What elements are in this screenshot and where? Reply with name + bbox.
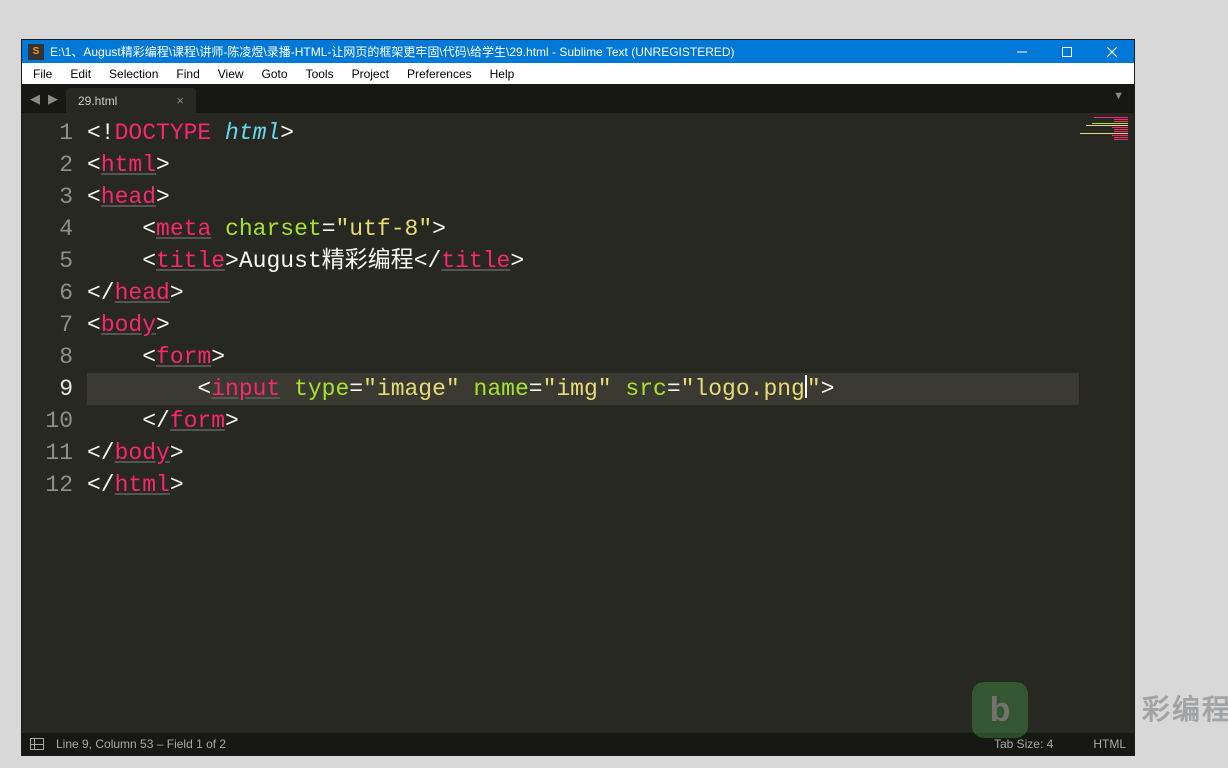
minimap[interactable]	[1079, 113, 1134, 733]
menu-project[interactable]: Project	[343, 65, 398, 83]
maximize-button[interactable]	[1044, 40, 1089, 63]
line-number: 11	[22, 437, 73, 469]
line-number: 8	[22, 341, 73, 373]
line-gutter: 1 2 3 4 5 6 7 8 9 10 11 12	[22, 113, 87, 733]
file-tab[interactable]: 29.html ×	[66, 88, 196, 113]
line-number: 7	[22, 309, 73, 341]
window-titlebar: S E:\1、August精彩编程\课程\讲师-陈凌煜\录播-HTML-让网页的…	[22, 40, 1134, 63]
menu-edit[interactable]: Edit	[61, 65, 100, 83]
window-title: E:\1、August精彩编程\课程\讲师-陈凌煜\录播-HTML-让网页的框架…	[50, 43, 999, 60]
line-number: 5	[22, 245, 73, 277]
file-tab-label: 29.html	[78, 94, 117, 108]
menu-goto[interactable]: Goto	[253, 65, 297, 83]
menu-selection[interactable]: Selection	[100, 65, 167, 83]
watermark-text: 彩编程	[1142, 688, 1228, 728]
nav-back-icon[interactable]: ◀	[28, 91, 42, 107]
code-area[interactable]: <!DOCTYPE html><html><head> <meta charse…	[87, 113, 1134, 733]
close-icon	[1107, 47, 1117, 57]
menu-file[interactable]: File	[24, 65, 61, 83]
status-syntax[interactable]: HTML	[1093, 737, 1126, 751]
minimize-icon	[1017, 47, 1027, 57]
window-controls	[999, 40, 1134, 63]
line-number: 3	[22, 181, 73, 213]
menu-preferences[interactable]: Preferences	[398, 65, 481, 83]
menu-view[interactable]: View	[209, 65, 253, 83]
status-cursor-position: Line 9, Column 53 – Field 1 of 2	[56, 737, 226, 751]
line-number: 12	[22, 469, 73, 501]
status-right: Tab Size: 4 HTML	[994, 737, 1126, 751]
menu-tools[interactable]: Tools	[297, 65, 343, 83]
app-window: S E:\1、August精彩编程\课程\讲师-陈凌煜\录播-HTML-让网页的…	[21, 39, 1135, 756]
menu-bar: File Edit Selection Find View Goto Tools…	[22, 63, 1134, 84]
line-number: 1	[22, 117, 73, 149]
status-bar: Line 9, Column 53 – Field 1 of 2 Tab Siz…	[22, 733, 1134, 755]
line-number: 4	[22, 213, 73, 245]
menu-help[interactable]: Help	[481, 65, 524, 83]
nav-forward-icon[interactable]: ▶	[46, 91, 60, 107]
maximize-icon	[1062, 47, 1072, 57]
editor: 1 2 3 4 5 6 7 8 9 10 11 12 <!DOCTYPE htm…	[22, 113, 1134, 733]
tab-bar: ◀ ▶ 29.html × ▼	[22, 84, 1134, 113]
line-number: 10	[22, 405, 73, 437]
tab-history-nav: ◀ ▶	[22, 84, 66, 113]
minimize-button[interactable]	[999, 40, 1044, 63]
tab-overflow-icon[interactable]: ▼	[1103, 84, 1134, 113]
app-icon: S	[28, 44, 44, 60]
panel-switcher-icon[interactable]	[30, 738, 44, 750]
line-number: 9	[22, 373, 73, 405]
watermark-b-icon: b	[990, 691, 1011, 730]
line-number: 2	[22, 149, 73, 181]
tab-close-icon[interactable]: ×	[176, 93, 184, 108]
status-tabsize[interactable]: Tab Size: 4	[994, 737, 1053, 751]
watermark-logo: b	[972, 682, 1028, 738]
close-button[interactable]	[1089, 40, 1134, 63]
menu-find[interactable]: Find	[167, 65, 208, 83]
line-number: 6	[22, 277, 73, 309]
